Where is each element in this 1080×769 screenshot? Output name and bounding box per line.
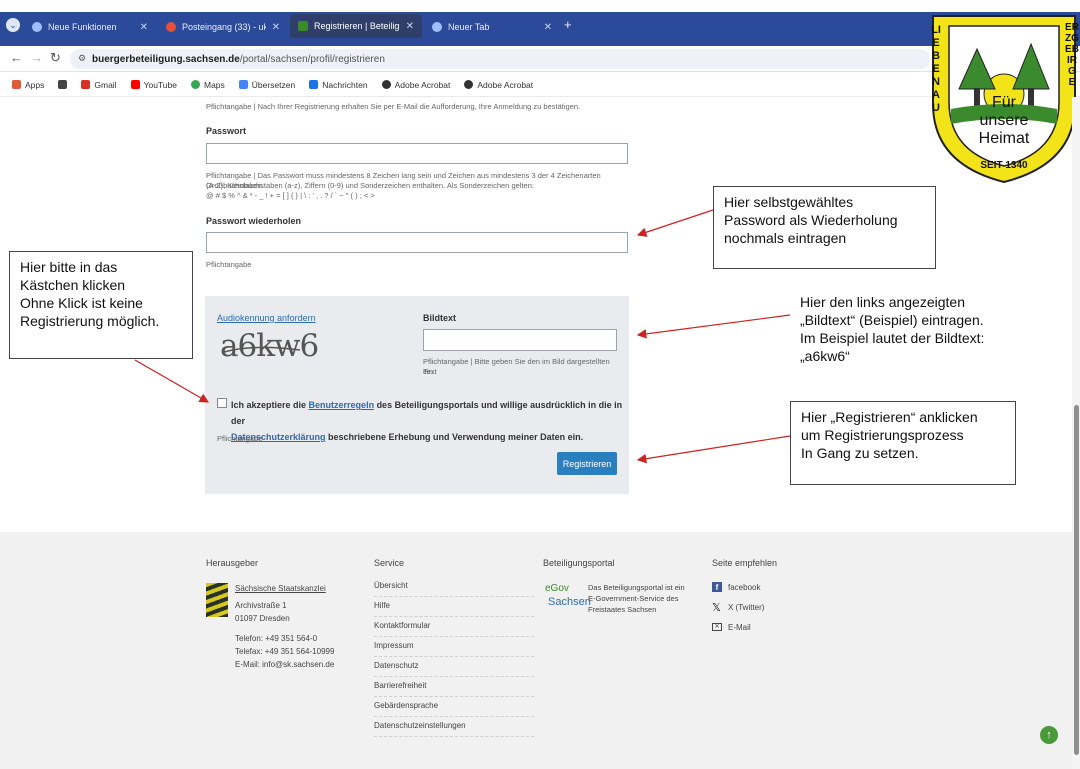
- footer-link-datenschutzeinstellungen[interactable]: Datenschutzeinstellungen: [374, 721, 534, 737]
- footer-service-title: Service: [374, 558, 405, 568]
- note-register: Hier „Registrieren“ anklicken um Registr…: [790, 401, 1016, 485]
- note-checkbox: Hier bitte in das Kästchen klicken Ohne …: [9, 251, 193, 359]
- mail-icon: ✕: [712, 623, 722, 631]
- footer-link-barrierefreiheit[interactable]: Barrierefreiheit: [374, 681, 534, 697]
- back-to-top-arrow-icon[interactable]: ↑: [1040, 726, 1058, 744]
- egov-logo-top: eGov: [545, 583, 569, 594]
- logo-bottom-text: SEIT 1340: [980, 160, 1028, 171]
- footer-address-line: 01097 Dresden: [235, 614, 290, 623]
- logo-left-text: LIEBENAU: [931, 24, 941, 114]
- note-password-repeat: Hier selbstgewähltes Password als Wieder…: [713, 186, 936, 269]
- scrollbar-thumb[interactable]: [1074, 405, 1079, 755]
- footer-herausgeber-title: Herausgeber: [206, 558, 259, 568]
- footer-link-hilfe[interactable]: Hilfe: [374, 601, 534, 617]
- footer-recommend-title: Seite empfehlen: [712, 558, 778, 568]
- footer: [0, 532, 1080, 769]
- footer-link-datenschutz[interactable]: Datenschutz: [374, 661, 534, 677]
- footer-link-gebaerdensprache[interactable]: Gebärdensprache: [374, 701, 534, 717]
- footer-address-line: Archivstraße 1: [235, 601, 287, 610]
- portal-desc-line: E-Government-Service des: [588, 594, 679, 603]
- footer-link-impressum[interactable]: Impressum: [374, 641, 534, 657]
- portal-desc-line: Freistaates Sachsen: [588, 605, 657, 614]
- footer-fax: Telefax: +49 351 564-10999: [235, 647, 335, 656]
- page: ⌄ Neue Funktionen ✕ Posteingang (33) - u…: [0, 0, 1080, 769]
- logo-motto: Für unsere Heimat: [978, 94, 1030, 147]
- footer-link-kontaktformular[interactable]: Kontaktformular: [374, 621, 534, 637]
- footer-org-link[interactable]: Sächsische Staatskanzlei: [235, 584, 326, 593]
- footer-email: E-Mail: info@sk.sachsen.de: [235, 660, 335, 669]
- share-email-link[interactable]: E-Mail: [728, 623, 751, 632]
- x-twitter-icon: 𝕏: [712, 602, 721, 614]
- liebenau-logo: LIEBENAU ERZGEBIRGE Für unsere Heimat SE…: [929, 14, 1079, 184]
- egov-logo-bottom: Sachsen: [548, 596, 591, 608]
- saxony-crest-icon: [206, 583, 228, 617]
- logo-right-text: ERZGEBIRGE: [1065, 22, 1079, 88]
- footer-phone: Telefon: +49 351 564-0: [235, 634, 318, 643]
- facebook-icon: f: [712, 582, 722, 592]
- note-bildtext: Hier den links angezeigten „Bildtext“ (B…: [790, 287, 1025, 391]
- footer-portal-title: Beteiligungsportal: [543, 558, 615, 568]
- portal-desc-line: Das Beteiligungsportal ist ein: [588, 583, 685, 592]
- footer-link-uebersicht[interactable]: Übersicht: [374, 581, 534, 597]
- share-twitter-link[interactable]: X (Twitter): [728, 603, 764, 612]
- share-facebook-link[interactable]: facebook: [728, 583, 760, 592]
